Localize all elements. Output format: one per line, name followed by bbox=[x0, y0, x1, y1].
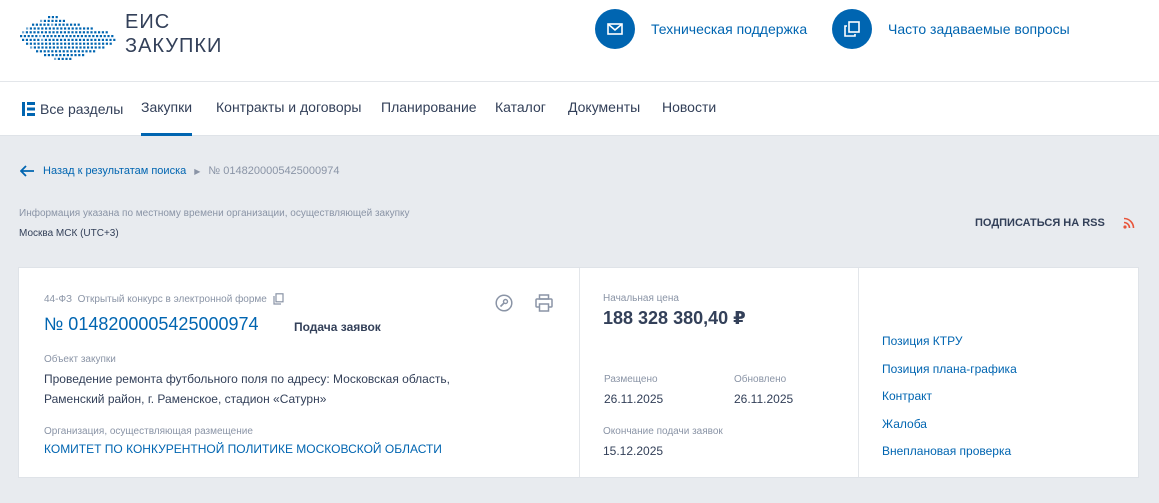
faq-label: Часто задаваемые вопросы bbox=[888, 21, 1070, 37]
sections-grid-icon bbox=[22, 102, 35, 116]
site-header: ЕИС ЗАКУПКИ Техническая поддержка Часто … bbox=[0, 0, 1159, 82]
nav-item-planning[interactable]: Планирование bbox=[381, 82, 477, 136]
printer-icon[interactable] bbox=[535, 294, 553, 312]
updated-date: 26.11.2025 bbox=[734, 392, 794, 406]
tech-support-label: Техническая поддержка bbox=[651, 21, 808, 37]
org-name-link[interactable]: КОМИТЕТ ПО КОНКУРЕНТНОЙ ПОЛИТИКЕ МОСКОВС… bbox=[44, 442, 442, 456]
breadcrumb: Назад к результатам поиска ▶ № 014820000… bbox=[20, 163, 340, 179]
nav-item-purchases[interactable]: Закупки bbox=[141, 82, 193, 136]
nav-item-catalog[interactable]: Каталог bbox=[495, 82, 546, 136]
faq-link[interactable]: Часто задаваемые вопросы bbox=[832, 9, 1070, 49]
breadcrumb-separator-icon: ▶ bbox=[194, 166, 201, 176]
nav-all-sections[interactable]: Все разделы bbox=[22, 82, 123, 136]
logo-line-2: ЗАКУПКИ bbox=[125, 35, 223, 57]
object-line-1: Проведение ремонта футбольного поля по а… bbox=[44, 372, 450, 386]
link-plan-schedule-position[interactable]: Позиция плана-графика bbox=[882, 362, 1017, 376]
price-value: 188 328 380,40 ₽ bbox=[603, 308, 746, 328]
deadline-label: Окончание подачи заявок bbox=[603, 426, 723, 437]
arrow-left-icon[interactable] bbox=[20, 165, 35, 177]
eis-logo[interactable]: ЕИС ЗАКУПКИ bbox=[20, 8, 230, 68]
link-ktru-position[interactable]: Позиция КТРУ bbox=[882, 334, 962, 348]
column-divider bbox=[858, 268, 859, 477]
rss-subscribe-link[interactable]: ПОДПИСАТЬСЯ НА RSS bbox=[975, 217, 1135, 229]
org-label: Организация, осуществляющая размещение bbox=[44, 426, 253, 437]
logo-text: ЕИС ЗАКУПКИ bbox=[125, 10, 222, 58]
timezone-value: Москва МСК (UTC+3) bbox=[19, 228, 119, 239]
timezone-note: Информация указана по местному времени о… bbox=[19, 208, 410, 219]
breadcrumb-current: № 0148200005425000974 bbox=[208, 165, 340, 177]
nav-item-documents[interactable]: Документы bbox=[568, 82, 640, 136]
link-unscheduled-inspection[interactable]: Внеплановая проверка bbox=[882, 444, 1011, 458]
rss-icon bbox=[1123, 217, 1135, 229]
link-complaint[interactable]: Жалоба bbox=[882, 417, 927, 431]
posted-label: Размещено bbox=[604, 374, 658, 385]
link-contract[interactable]: Контракт bbox=[882, 389, 932, 403]
copy-windows-icon bbox=[832, 9, 872, 49]
journal-icon[interactable] bbox=[495, 294, 513, 312]
russia-map-logo-icon bbox=[20, 16, 116, 60]
updated-label: Обновлено bbox=[734, 374, 787, 385]
nav-item-contracts[interactable]: Контракты и договоры bbox=[216, 82, 361, 136]
object-line-2: Раменский район, г. Раменское, стадион «… bbox=[44, 392, 327, 406]
main-nav: Все разделы Закупки Контракты и договоры… bbox=[0, 82, 1159, 136]
tech-support-link[interactable]: Техническая поддержка bbox=[595, 9, 807, 49]
rss-label: ПОДПИСАТЬСЯ НА RSS bbox=[975, 217, 1105, 229]
nav-item-news[interactable]: Новости bbox=[662, 82, 716, 136]
nav-all-sections-label: Все разделы bbox=[40, 101, 124, 117]
price-label: Начальная цена bbox=[603, 293, 679, 304]
logo-line-1: ЕИС bbox=[125, 11, 171, 33]
law-type: 44-ФЗ Открытый конкурс в электронной фор… bbox=[44, 293, 284, 305]
law-type-label: 44-ФЗ Открытый конкурс в электронной фор… bbox=[44, 293, 267, 305]
object-label: Объект закупки bbox=[44, 354, 116, 365]
deadline-date: 15.12.2025 bbox=[603, 444, 664, 458]
registry-number-link[interactable]: № 0148200005425000974 bbox=[44, 314, 259, 335]
back-to-results-link[interactable]: Назад к результатам поиска bbox=[43, 165, 186, 177]
posted-date: 26.11.2025 bbox=[604, 392, 664, 406]
mail-icon bbox=[595, 9, 635, 49]
column-divider bbox=[579, 268, 580, 477]
copy-icon[interactable] bbox=[273, 293, 284, 305]
purchase-card: 44-ФЗ Открытый конкурс в электронной фор… bbox=[18, 267, 1139, 478]
stage-badge: Подача заявок bbox=[294, 320, 381, 334]
